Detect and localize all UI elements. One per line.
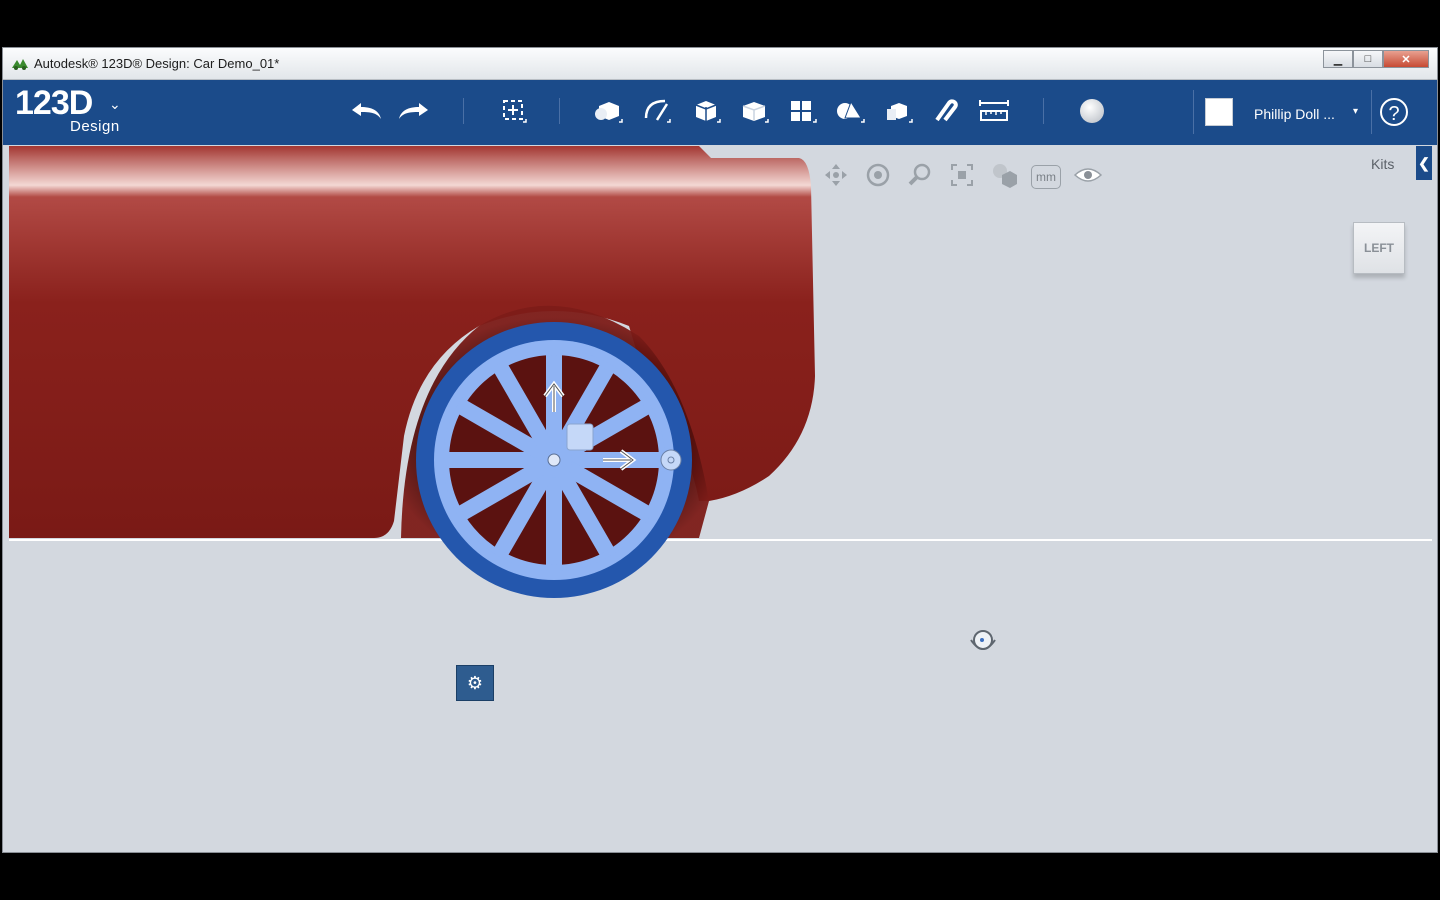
pattern-icon bbox=[791, 101, 817, 123]
user-name[interactable]: Phillip Doll ... bbox=[1254, 106, 1335, 122]
units-label: mm bbox=[1031, 165, 1061, 189]
title-bar[interactable]: Autodesk® 123D® Design: Car Demo_01* ▁ □… bbox=[3, 48, 1437, 80]
window-controls: ▁ □ ✕ bbox=[1323, 50, 1429, 70]
logo-subtitle: Design bbox=[70, 118, 120, 135]
navigation-bar: mm bbox=[819, 160, 1105, 190]
kits-toggle-button[interactable]: ❮ bbox=[1416, 146, 1432, 180]
minimize-button[interactable]: ▁ bbox=[1323, 50, 1353, 68]
measure-icon bbox=[979, 100, 1009, 121]
eye-icon bbox=[1073, 168, 1103, 182]
modify-icon bbox=[742, 102, 769, 123]
toolbar-divider bbox=[463, 98, 464, 124]
material-icon bbox=[1080, 99, 1104, 123]
measure-button[interactable] bbox=[977, 96, 1011, 126]
pattern-button[interactable] bbox=[785, 96, 819, 126]
primitives-button[interactable] bbox=[591, 96, 625, 126]
modify-button[interactable] bbox=[737, 96, 771, 126]
redo-icon bbox=[399, 103, 428, 119]
chevron-down-icon: ⌄ bbox=[109, 96, 121, 112]
visibility-button[interactable] bbox=[1071, 160, 1105, 190]
toolbar-divider bbox=[559, 98, 560, 124]
view-mode-icon bbox=[993, 164, 1017, 188]
undo-icon bbox=[352, 103, 381, 119]
primitives-icon bbox=[595, 102, 623, 123]
kits-label[interactable]: Kits bbox=[1371, 156, 1394, 172]
transform-button[interactable] bbox=[497, 96, 531, 126]
snap-icon bbox=[935, 99, 958, 122]
pan-icon bbox=[825, 164, 847, 186]
orbit-icon bbox=[866, 163, 890, 187]
transform-icon bbox=[503, 100, 527, 123]
construct-icon bbox=[695, 101, 721, 123]
redo-button[interactable] bbox=[397, 96, 431, 126]
rotate-handle bbox=[660, 449, 682, 471]
construct-button[interactable] bbox=[689, 96, 723, 126]
close-button[interactable]: ✕ bbox=[1383, 50, 1429, 68]
app-window: Autodesk® 123D® Design: Car Demo_01* ▁ □… bbox=[2, 47, 1438, 853]
units-button[interactable]: mm bbox=[1029, 160, 1063, 190]
combine-icon bbox=[887, 103, 913, 123]
user-dropdown-icon[interactable]: ▾ bbox=[1353, 106, 1358, 117]
app-logo-menu[interactable]: 123D Design ⌄ bbox=[15, 84, 121, 135]
sketch-button[interactable] bbox=[639, 96, 673, 126]
maximize-button[interactable]: □ bbox=[1353, 50, 1383, 68]
scale-handle bbox=[566, 423, 594, 451]
3d-viewport[interactable]: mm Kits ❮ LEFT ⚙ bbox=[9, 146, 1432, 848]
pivot-handle bbox=[547, 453, 561, 467]
window-title: Autodesk® 123D® Design: Car Demo_01* bbox=[34, 56, 280, 71]
undo-button[interactable] bbox=[349, 96, 383, 126]
fit-icon bbox=[951, 164, 973, 186]
sketch-icon bbox=[644, 99, 671, 123]
material-button[interactable] bbox=[1075, 96, 1109, 126]
view-mode-button[interactable] bbox=[987, 160, 1021, 190]
main-toolbar: 123D Design ⌄ Phillip Doll ... ▾ ? bbox=[3, 80, 1437, 145]
fit-button[interactable] bbox=[945, 160, 979, 190]
toolbar-divider bbox=[1193, 90, 1194, 134]
orbit-button[interactable] bbox=[861, 160, 895, 190]
scene-canvas[interactable] bbox=[9, 146, 1432, 848]
zoom-icon bbox=[908, 163, 931, 186]
combine-button[interactable] bbox=[881, 96, 915, 126]
toolbar-divider bbox=[1043, 98, 1044, 124]
pan-button[interactable] bbox=[819, 160, 853, 190]
toolbar-divider bbox=[1371, 90, 1372, 134]
grouping-button[interactable] bbox=[833, 96, 867, 126]
zoom-button[interactable] bbox=[903, 160, 937, 190]
grouping-icon bbox=[837, 100, 865, 123]
orbit-cursor-icon bbox=[970, 630, 996, 650]
view-cube[interactable]: LEFT bbox=[1353, 222, 1405, 274]
help-button[interactable]: ? bbox=[1380, 98, 1408, 126]
settings-gear-button[interactable]: ⚙ bbox=[456, 665, 494, 701]
app-icon bbox=[12, 59, 28, 70]
logo-wordmark: 123D bbox=[15, 84, 93, 122]
snap-button[interactable] bbox=[929, 96, 963, 126]
avatar[interactable] bbox=[1205, 98, 1233, 126]
